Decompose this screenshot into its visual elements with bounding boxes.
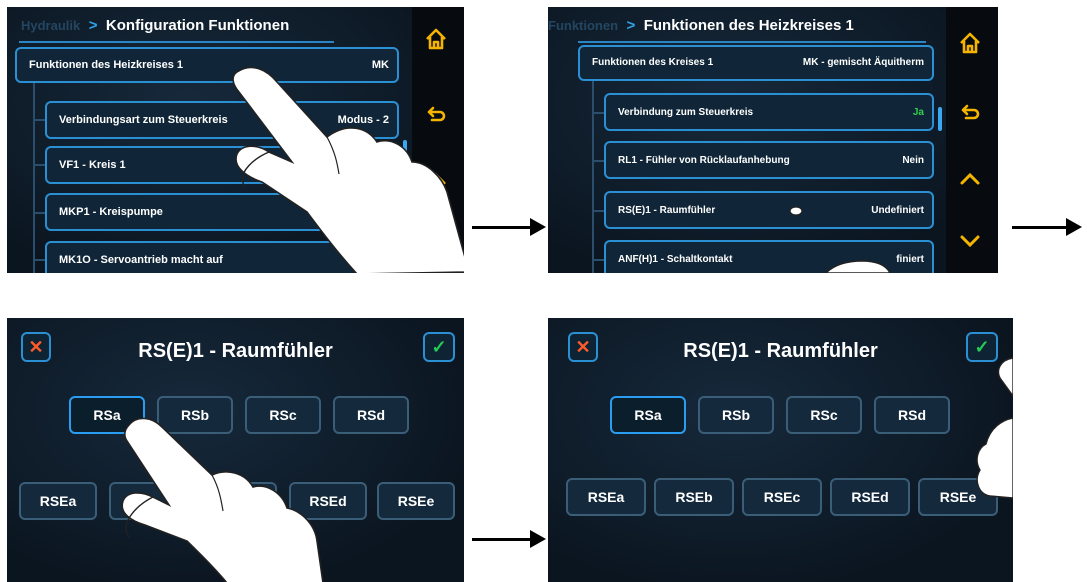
row-value: Ja [912,107,924,118]
header-divider [19,41,334,43]
flow-arrow [472,218,546,236]
chevron-down-icon[interactable] [958,229,982,253]
option-rsa[interactable]: RSa [69,396,145,434]
back-icon[interactable] [424,103,448,127]
row-value: (MK1A [354,254,389,266]
scrollbar[interactable] [938,107,942,131]
dialog-title: RS(E)1 - Raumfühler [138,340,333,362]
option-rseb[interactable]: RSEb [654,478,734,516]
confirm-button[interactable]: ✓ [423,332,455,362]
tree-line [33,83,35,273]
menu-row-mk1o[interactable]: MK1O - Servoantrieb macht auf (MK1A [45,241,399,273]
tree-branch [592,259,604,261]
tree-branch [33,119,45,121]
chevron-up-icon[interactable] [958,167,982,191]
row-label: MK1O - Servoantrieb macht auf [59,254,223,266]
option-rsec[interactable]: RSEc [742,478,822,516]
menu-row-heating-circuit-functions[interactable]: Funktionen des Heizkreises 1 MK [15,47,399,83]
tree-branch [592,112,604,114]
option-rsa[interactable]: RSa [610,396,686,434]
breadcrumb-parent[interactable]: Funktionen [548,18,618,33]
row-label: RS(E)1 - Raumfühler [618,205,716,216]
option-rsc[interactable]: RSc [245,396,321,434]
option-rsd[interactable]: RSd [333,396,409,434]
dialog-title: RS(E)1 - Raumfühler [683,340,878,362]
row-value: MK [371,59,389,71]
option-rsed[interactable]: RSEd [289,482,367,520]
menu-row-room-sensor[interactable]: RS(E)1 - Raumfühler Undefiniert [604,191,934,229]
confirm-button[interactable]: ✓ [966,332,998,362]
screen-heating-circuit-functions: Funktionen > Funktionen des Heizkreises … [548,7,998,273]
breadcrumb-separator: > [626,17,636,34]
scrollbar[interactable] [403,140,407,162]
check-icon: ✓ [974,337,990,357]
tree-branch [592,210,604,212]
row-value: (VF1) [361,159,390,171]
flow-arrow [1012,218,1082,236]
breadcrumb-parent[interactable]: Hydraulik [21,18,80,33]
tree-branch [33,212,45,214]
row-label: VF1 - Kreis 1 [59,159,126,171]
menu-row-vf1[interactable]: VF1 - Kreis 1 (VF1) [45,146,399,184]
home-icon[interactable] [424,27,448,51]
menu-row-mkp1[interactable]: MKP1 - Kreispumpe [45,193,399,231]
tree-branch [33,164,45,166]
header-divider [578,41,926,43]
option-rsee[interactable]: RSEe [918,478,998,516]
side-navigation [946,7,998,273]
row-value: Nein [902,155,924,166]
option-rsc[interactable]: RSc [786,396,862,434]
header: Hydraulik > Konfiguration Funktionen [21,17,464,43]
menu-row-anf1[interactable]: ANF(H)1 - Schaltkontakt finiert [604,240,934,273]
row-value: Undefiniert [871,205,924,216]
option-rsea[interactable]: RSEa [19,482,97,520]
row-label: Verbindung zum Steuerkreis [618,107,754,118]
row-value: MK - gemischt Äquitherm [802,57,924,68]
option-rsec[interactable]: SEc [199,482,277,520]
flow-arrow [472,530,546,548]
chevron-up-icon[interactable] [424,167,448,191]
row-label: Funktionen des Heizkreises 1 [29,59,184,71]
side-navigation [412,7,464,273]
menu-row-rl1[interactable]: RL1 - Fühler von Rücklaufanhebung Nein [604,141,934,179]
tree-branch [33,259,45,261]
check-icon: ✓ [431,337,447,357]
row-value: finiert [896,254,924,265]
row-label: RL1 - Fühler von Rücklaufanhebung [618,155,790,166]
screen-configuration-functions: Hydraulik > Konfiguration Funktionen Fun… [7,7,464,273]
dialog-room-sensor-confirm: ✕ RS(E)1 - Raumfühler ✓ RSa RSb RSc RSd … [548,318,1013,582]
option-rsb[interactable]: RSb [698,396,774,434]
menu-row-circuit-functions[interactable]: Funktionen des Kreises 1 MK - gemischt Ä… [578,45,934,81]
option-rsee[interactable]: RSEe [377,482,455,520]
option-rsb[interactable]: RSb [157,396,233,434]
page-title: Konfiguration Funktionen [105,17,290,34]
menu-row-connection-type[interactable]: Verbindungsart zum Steuerkreis Modus - 2 [45,101,399,139]
back-icon[interactable] [958,101,982,125]
tree-branch [592,160,604,162]
option-rsd[interactable]: RSd [874,396,950,434]
option-rsed[interactable]: RSEd [830,478,910,516]
tree-line [592,81,594,273]
option-rseb[interactable] [109,482,187,520]
page-title: Funktionen des Heizkreises 1 [643,17,854,34]
row-label: Funktionen des Kreises 1 [592,57,714,68]
row-label: ANF(H)1 - Schaltkontakt [618,254,733,265]
row-label: Verbindungsart zum Steuerkreis [59,114,228,126]
dialog-room-sensor-selection: ✕ RS(E)1 - Raumfühler ✓ RSa RSb RSc RSd … [7,318,464,582]
menu-row-connection-control-circuit[interactable]: Verbindung zum Steuerkreis Ja [604,93,934,131]
row-label: MKP1 - Kreispumpe [59,206,163,218]
row-value: Modus - 2 [337,114,389,126]
home-icon[interactable] [958,31,982,55]
option-rsea[interactable]: RSEa [566,478,646,516]
header: Funktionen > Funktionen des Heizkreises … [548,17,998,43]
breadcrumb-separator: > [88,17,98,34]
